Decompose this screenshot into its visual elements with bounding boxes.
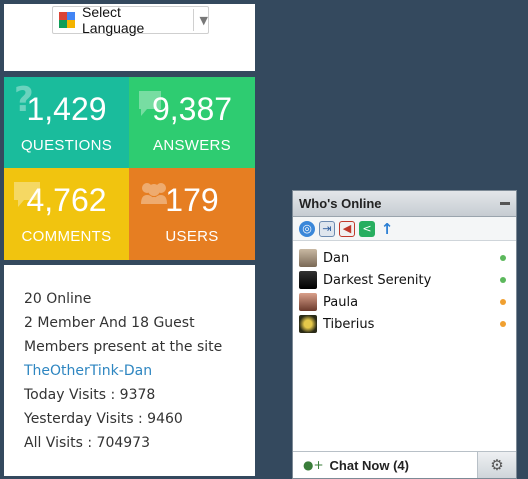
status-away-icon — [500, 321, 506, 327]
user-online-icon: ●+ — [303, 458, 324, 472]
online-stats-panel: 20 Online 2 Member And 18 Guest Members … — [4, 265, 255, 476]
avatar — [299, 293, 317, 311]
stat-tile-users[interactable]: 179 USERS — [129, 168, 255, 260]
stat-label: QUESTIONS — [20, 137, 113, 154]
language-select[interactable]: Select Language ▼ — [52, 4, 209, 36]
dropdown-arrow-icon: ▼ — [199, 13, 208, 27]
share-icon[interactable]: < — [359, 220, 375, 237]
user-name: Darkest Serenity — [323, 272, 432, 288]
language-select-label: Select Language — [82, 4, 145, 36]
stat-value: 179 — [165, 182, 219, 218]
all-visits: All Visits : 704973 — [24, 435, 150, 451]
online-breakdown: 2 Member And 18 Guest — [24, 315, 195, 331]
avatar — [299, 315, 317, 333]
avatar — [299, 249, 317, 267]
globe-icon[interactable]: ◎ — [299, 220, 315, 237]
online-user-list: Dan Darkest Serenity Paula Tiberius — [293, 241, 516, 335]
stat-label: ANSWERS — [153, 137, 231, 154]
yesterday-visits: Yesterday Visits : 9460 — [24, 411, 183, 427]
status-online-icon — [500, 277, 506, 283]
online-count: 20 Online — [24, 291, 92, 307]
stat-label: COMMENTS — [21, 228, 112, 245]
user-row[interactable]: Tiberius — [293, 313, 516, 335]
user-row[interactable]: Dan — [293, 247, 516, 269]
stat-label: USERS — [165, 228, 219, 245]
status-online-icon — [500, 255, 506, 261]
chat-title: Who's Online — [299, 196, 382, 211]
google-icon — [59, 12, 75, 28]
megaphone-icon[interactable]: ◀ — [339, 220, 355, 237]
stat-tile-answers[interactable]: 9,387 ANSWERS — [129, 77, 255, 168]
stat-value: 1,429 — [26, 91, 107, 127]
stat-tile-comments[interactable]: 4,762 COMMENTS — [4, 168, 129, 260]
status-away-icon — [500, 299, 506, 305]
chat-header[interactable]: Who's Online — [293, 191, 516, 217]
language-panel: Select Language ▼ — [4, 4, 255, 71]
arrow-up-icon[interactable]: ↑ — [379, 220, 395, 238]
login-icon[interactable]: ⇥ — [319, 220, 335, 237]
stat-value: 9,387 — [151, 91, 233, 127]
user-name: Paula — [323, 294, 359, 310]
chat-toolbar: ◎ ⇥ ◀ < ↑ — [293, 217, 516, 241]
stat-value: 4,762 — [26, 182, 107, 218]
stat-tile-questions[interactable]: ? 1,429 QUESTIONS — [4, 77, 129, 168]
member-link[interactable]: TheOtherTink-Dan — [24, 359, 255, 383]
avatar — [299, 271, 317, 289]
members-present: Members present at the site — [24, 339, 223, 355]
user-row[interactable]: Darkest Serenity — [293, 269, 516, 291]
gear-icon[interactable]: ⚙ — [478, 452, 516, 478]
minimize-icon[interactable] — [500, 202, 510, 205]
chat-footer: ●+ Chat Now (4) ⚙ — [293, 451, 516, 478]
user-row[interactable]: Paula — [293, 291, 516, 313]
chat-now-label: Chat Now (4) — [329, 457, 409, 473]
user-name: Tiberius — [323, 316, 375, 332]
chat-now-button[interactable]: ●+ Chat Now (4) — [293, 452, 478, 478]
user-name: Dan — [323, 250, 350, 266]
today-visits: Today Visits : 9378 — [24, 387, 156, 403]
divider — [192, 9, 194, 31]
stats-grid: ? 1,429 QUESTIONS 9,387 ANSWERS 4,762 CO… — [4, 77, 255, 260]
whos-online-widget: Who's Online ◎ ⇥ ◀ < ↑ Dan Darkest Seren… — [292, 190, 517, 479]
